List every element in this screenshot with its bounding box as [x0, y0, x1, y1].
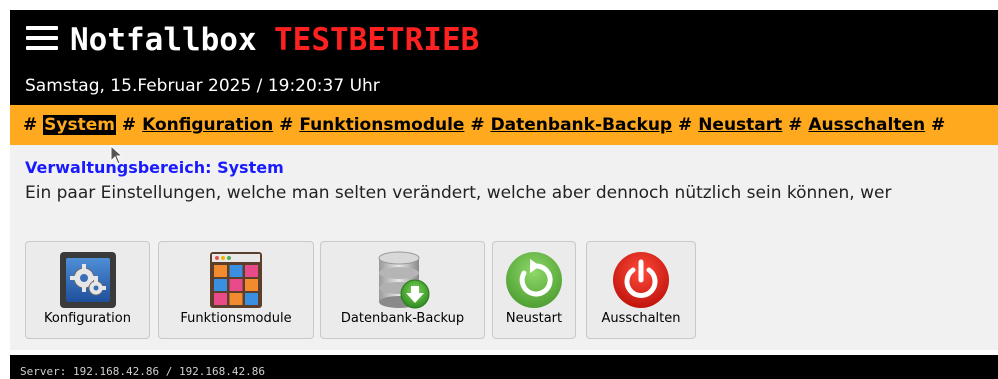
gear-config-icon [56, 248, 120, 316]
tile-neustart[interactable]: Neustart [492, 241, 576, 339]
nav-item-system[interactable]: System [43, 115, 116, 135]
nav-separator: # [23, 115, 38, 135]
nav-separator: # [678, 115, 693, 135]
nav-separator: # [931, 115, 946, 135]
app-mode-label: TESTBETRIEB [274, 22, 480, 58]
section-description: Ein paar Einstellungen, welche man selte… [25, 183, 892, 203]
nav-item-neustart[interactable]: Neustart [698, 115, 782, 135]
database-backup-icon [371, 248, 435, 318]
current-datetime: Samstag, 15.Februar 2025 / 19:20:37 Uhr [25, 76, 380, 96]
nav-item-konfiguration[interactable]: Konfiguration [142, 115, 273, 135]
tile-ausschalten[interactable]: Ausschalten [586, 241, 696, 339]
content-area: Verwaltungsbereich: System Ein paar Eins… [10, 145, 998, 350]
tile-label: Konfiguration [44, 311, 131, 326]
nav-separator: # [470, 115, 485, 135]
mouse-cursor-icon [110, 145, 124, 165]
nav-separator: # [279, 115, 294, 135]
tile-label: Ausschalten [601, 311, 681, 326]
app-title: Notfallbox [70, 22, 257, 58]
nav-separator: # [788, 115, 803, 135]
tile-label: Funktionsmodule [180, 311, 292, 326]
restart-icon [502, 248, 566, 316]
nav-separator: # [121, 115, 137, 135]
header-bar: Notfallbox TESTBETRIEB Samstag, 15.Febru… [10, 10, 998, 105]
tile-datenbank-backup[interactable]: Datenbank-Backup [320, 241, 485, 339]
server-info: Server: 192.168.42.86 / 192.168.42.86 [20, 365, 266, 378]
power-icon [609, 248, 673, 316]
nav-item-datenbank-backup[interactable]: Datenbank-Backup [491, 115, 673, 135]
section-title: Verwaltungsbereich: System [25, 158, 284, 177]
tile-label: Datenbank-Backup [340, 311, 465, 326]
main-navigation: # System # Konfiguration # Funktionsmodu… [10, 105, 998, 145]
tile-konfiguration[interactable]: Konfiguration [25, 241, 150, 339]
nav-item-funktionsmodule[interactable]: Funktionsmodule [299, 115, 464, 135]
tile-label: Neustart [505, 311, 563, 326]
hamburger-menu-icon[interactable] [26, 26, 58, 50]
module-grid-icon [204, 248, 268, 316]
tile-funktionsmodule[interactable]: Funktionsmodule [158, 241, 314, 339]
footer-bar: Server: 192.168.42.86 / 192.168.42.86 [10, 355, 998, 379]
nav-item-ausschalten[interactable]: Ausschalten [808, 115, 925, 135]
